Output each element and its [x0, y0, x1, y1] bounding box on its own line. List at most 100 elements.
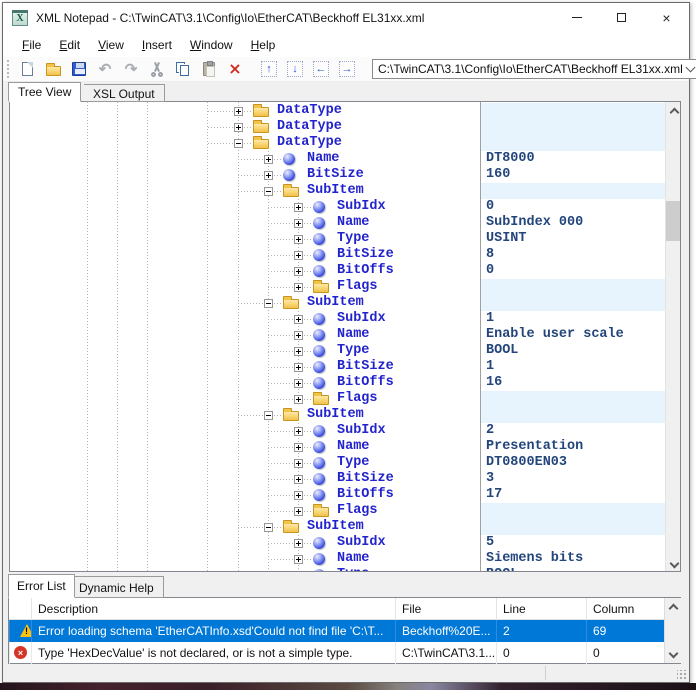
expand-toggle[interactable]	[294, 379, 303, 388]
node-value[interactable]: 3	[481, 471, 665, 487]
tree-node[interactable]: Name	[10, 327, 480, 343]
expand-toggle[interactable]	[294, 475, 303, 484]
value-column[interactable]: DT8000 160 0 SubIndex 000 USINT 8 0 1 Enable use…	[481, 102, 665, 571]
tree-node[interactable]: Flags	[10, 391, 480, 407]
save-button[interactable]	[70, 60, 88, 78]
expand-toggle[interactable]	[294, 267, 303, 276]
node-value[interactable]	[481, 519, 665, 535]
node-value[interactable]: DT0800EN03	[481, 455, 665, 471]
expand-toggle[interactable]	[294, 235, 303, 244]
copy-button[interactable]	[174, 60, 192, 78]
redo-button[interactable]: ↷	[122, 60, 140, 78]
titlebar[interactable]: X XML Notepad - C:\TwinCAT\3.1\Config\Io…	[3, 3, 689, 32]
scrollbar-thumb[interactable]	[666, 201, 680, 241]
tree-node[interactable]: BitOffs	[10, 375, 480, 391]
tree-node[interactable]: BitOffs	[10, 263, 480, 279]
tree-node[interactable]: DataType	[10, 135, 480, 151]
node-value[interactable]: 1	[481, 359, 665, 375]
tree-node[interactable]: Flags	[10, 279, 480, 295]
nudge-right-button[interactable]: →	[338, 60, 356, 78]
undo-button[interactable]: ↶	[96, 60, 114, 78]
expand-toggle[interactable]	[294, 315, 303, 324]
tab-tree-view[interactable]: Tree View	[8, 82, 82, 102]
tab-dynamic-help[interactable]: Dynamic Help	[70, 576, 164, 598]
tree-node[interactable]: Name	[10, 439, 480, 455]
paste-button[interactable]	[200, 60, 218, 78]
menu-help[interactable]: Help	[242, 34, 285, 56]
expand-toggle[interactable]	[234, 123, 243, 132]
tree-node[interactable]: SubItem	[10, 183, 480, 199]
cut-button[interactable]	[148, 60, 166, 78]
column-header-severity[interactable]	[9, 598, 31, 620]
tree-node[interactable]: SubItem	[10, 295, 480, 311]
tree-node[interactable]: Type	[10, 455, 480, 471]
collapse-toggle[interactable]	[264, 299, 273, 308]
node-value[interactable]: BOOL	[481, 567, 665, 571]
menu-insert[interactable]: Insert	[133, 34, 181, 56]
node-value[interactable]: 2	[481, 423, 665, 439]
column-header-column[interactable]: Column	[586, 598, 664, 620]
tree-node[interactable]: Flags	[10, 503, 480, 519]
tree-node[interactable]: Name	[10, 551, 480, 567]
expand-toggle[interactable]	[294, 427, 303, 436]
node-value[interactable]	[481, 279, 665, 295]
tab-error-list[interactable]: Error List	[8, 574, 75, 598]
column-header-file[interactable]: File	[395, 598, 496, 620]
node-value[interactable]: 1	[481, 311, 665, 327]
node-value[interactable]: 8	[481, 247, 665, 263]
expand-toggle[interactable]	[294, 363, 303, 372]
scroll-down-button[interactable]	[665, 646, 682, 663]
node-value[interactable]: 5	[481, 535, 665, 551]
menu-edit[interactable]: Edit	[50, 34, 89, 56]
node-value[interactable]: 17	[481, 487, 665, 503]
column-header-description[interactable]: Description	[31, 598, 395, 620]
node-value[interactable]	[481, 103, 665, 119]
nudge-left-button[interactable]: ←	[312, 60, 330, 78]
tree-node[interactable]: SubItem	[10, 519, 480, 535]
close-button[interactable]: ×	[644, 3, 689, 32]
resize-grip[interactable]	[677, 670, 687, 680]
tree-node[interactable]: BitSize	[10, 471, 480, 487]
node-value[interactable]	[481, 391, 665, 407]
tree-node[interactable]: SubIdx	[10, 199, 480, 215]
error-row[interactable]: × Type 'HexDecValue' is not declared, or …	[9, 642, 664, 664]
tree-node[interactable]: BitOffs	[10, 487, 480, 503]
node-value[interactable]: USINT	[481, 231, 665, 247]
tree-node[interactable]: Type	[10, 343, 480, 359]
expand-toggle[interactable]	[294, 331, 303, 340]
node-value[interactable]: 0	[481, 263, 665, 279]
toolbar-grip[interactable]	[7, 60, 9, 78]
tree-node[interactable]: SubIdx	[10, 311, 480, 327]
expand-toggle[interactable]	[294, 539, 303, 548]
tree-scrollbar[interactable]	[665, 102, 680, 571]
expand-toggle[interactable]	[294, 219, 303, 228]
file-path-combobox[interactable]: C:\TwinCAT\3.1\Config\Io\EtherCAT\Beckho…	[372, 59, 696, 79]
expand-toggle[interactable]	[264, 155, 273, 164]
node-value[interactable]	[481, 407, 665, 423]
collapse-toggle[interactable]	[264, 187, 273, 196]
scroll-up-button[interactable]	[665, 598, 682, 615]
expand-toggle[interactable]	[294, 443, 303, 452]
node-value[interactable]	[481, 119, 665, 135]
new-file-button[interactable]	[18, 60, 36, 78]
expand-toggle[interactable]	[294, 347, 303, 356]
node-value[interactable]: 160	[481, 167, 665, 183]
expand-toggle[interactable]	[294, 555, 303, 564]
expand-toggle[interactable]	[294, 395, 303, 404]
tree-node[interactable]: BitSize	[10, 167, 480, 183]
collapse-toggle[interactable]	[234, 139, 243, 148]
expand-toggle[interactable]	[264, 171, 273, 180]
scroll-down-button[interactable]	[666, 556, 680, 571]
menu-file[interactable]: File	[13, 34, 50, 56]
expand-toggle[interactable]	[294, 251, 303, 260]
tree-node[interactable]: SubIdx	[10, 535, 480, 551]
delete-button[interactable]: ×	[226, 60, 244, 78]
tree-node[interactable]: Name	[10, 151, 480, 167]
nudge-up-button[interactable]: ↑	[260, 60, 278, 78]
tree-node[interactable]: BitSize	[10, 359, 480, 375]
expand-toggle[interactable]	[234, 107, 243, 116]
node-value[interactable]: Enable user scale	[481, 327, 665, 343]
nudge-down-button[interactable]: ↓	[286, 60, 304, 78]
tree-node[interactable]: SubIdx	[10, 423, 480, 439]
node-value[interactable]: Siemens bits	[481, 551, 665, 567]
